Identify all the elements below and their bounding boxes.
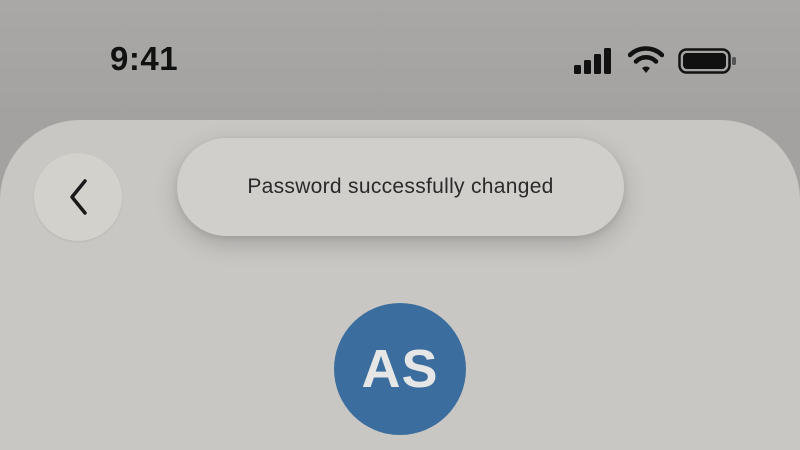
wifi-icon [628,46,664,73]
status-time: 9:41 [110,40,179,77]
cellular-signal-icon [574,48,611,74]
avatar[interactable]: AS [334,303,466,435]
status-icons [574,45,738,75]
avatar-initials: AS [361,339,439,399]
toast-message: Password successfully changed [247,175,554,198]
chevron-left-icon [70,179,87,215]
battery-icon [678,48,736,74]
back-button[interactable] [34,153,122,241]
status-bar: 9:41 [0,0,800,120]
success-toast: Password successfully changed [177,138,624,236]
